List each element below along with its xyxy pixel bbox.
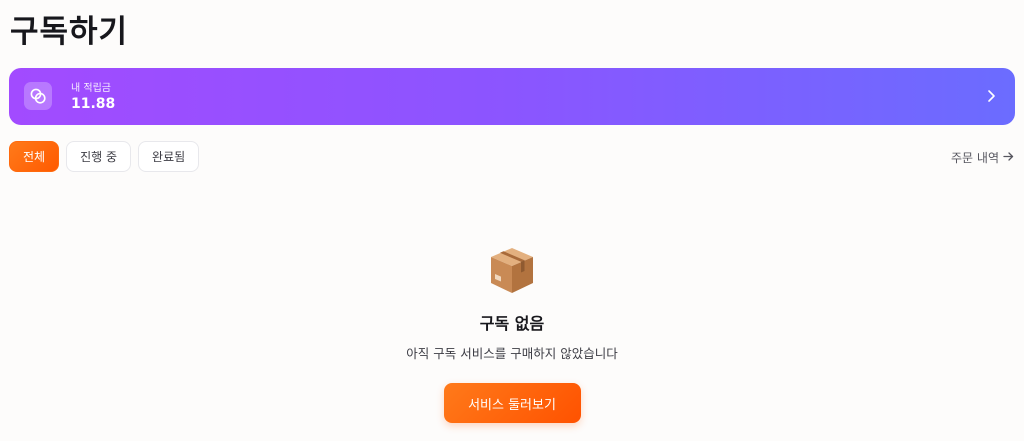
chevron-right-icon [986, 88, 998, 104]
balance-value: 11.88 [71, 96, 116, 112]
filter-tabs: 전체 진행 중 완료됨 [9, 141, 200, 172]
tab-completed[interactable]: 완료됨 [138, 141, 200, 172]
page-title: 구독하기 [10, 14, 129, 50]
tab-in-progress[interactable]: 진행 중 [66, 141, 132, 172]
order-history-label: 주문 내역 [951, 151, 999, 165]
balance-label: 내 적립금 [71, 83, 111, 94]
empty-state: 구독 없음 아직 구독 서비스를 구매하지 않았습니다 서비스 둘러보기 [0, 244, 1024, 423]
empty-title: 구독 없음 [479, 314, 545, 333]
package-box-icon [487, 244, 537, 300]
subscription-page: 구독하기 내 적립금 11.88 전체 진행 중 완료됨 주문 내역 구독 없음… [0, 0, 1024, 441]
coins-icon [24, 82, 52, 110]
browse-services-button[interactable]: 서비스 둘러보기 [443, 383, 581, 423]
tab-all[interactable]: 전체 [9, 141, 60, 172]
order-history-link[interactable]: 주문 내역 [951, 149, 1014, 166]
balance-card[interactable]: 내 적립금 11.88 [9, 68, 1015, 125]
empty-description: 아직 구독 서비스를 구매하지 않았습니다 [406, 346, 618, 361]
arrow-right-icon [1003, 151, 1014, 165]
